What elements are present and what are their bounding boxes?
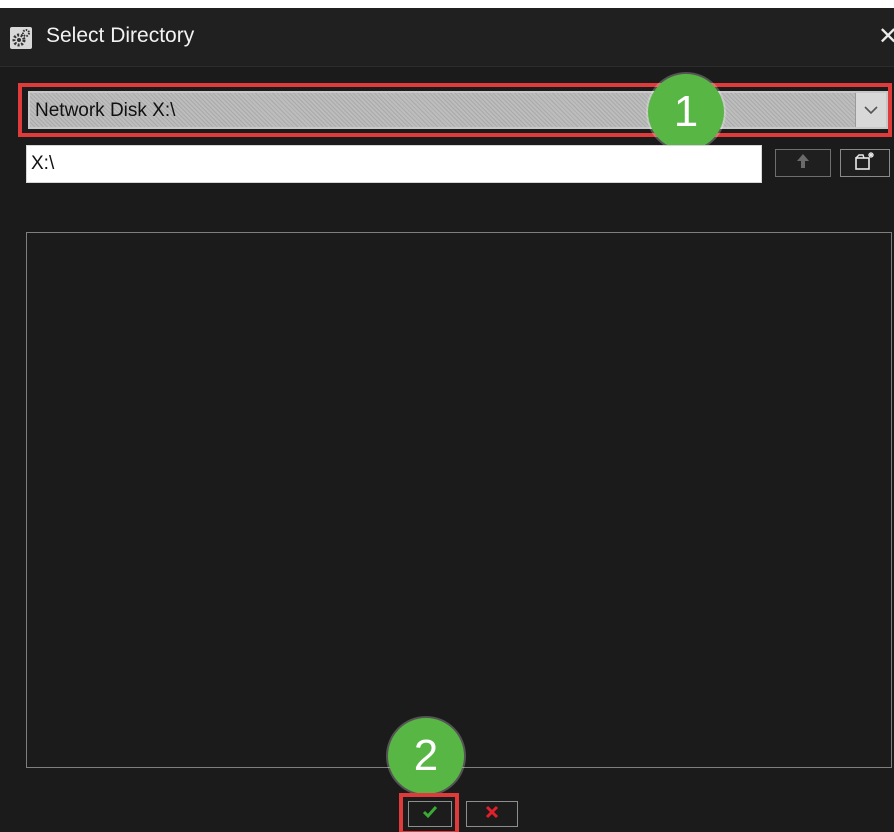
highlight-ok-button	[399, 793, 459, 832]
step-2-badge: 2	[388, 718, 464, 794]
gear-icon	[10, 27, 32, 49]
title-bar[interactable]: Select Directory ✕	[0, 8, 894, 67]
new-folder-icon	[854, 151, 876, 176]
step-1-badge: 1	[648, 74, 724, 150]
path-input[interactable]: X:\	[26, 145, 762, 183]
up-directory-button[interactable]	[775, 149, 831, 177]
highlight-drive-select	[18, 83, 892, 137]
new-folder-button[interactable]	[840, 149, 890, 177]
directory-list[interactable]	[26, 232, 892, 768]
select-directory-dialog: Select Directory ✕ Network Disk X:\ 1 X:…	[0, 8, 894, 832]
cross-icon	[485, 805, 499, 824]
up-arrow-icon	[796, 153, 810, 174]
close-button[interactable]: ✕	[878, 22, 894, 51]
cancel-button[interactable]	[466, 801, 518, 827]
dialog-title: Select Directory	[46, 24, 195, 47]
